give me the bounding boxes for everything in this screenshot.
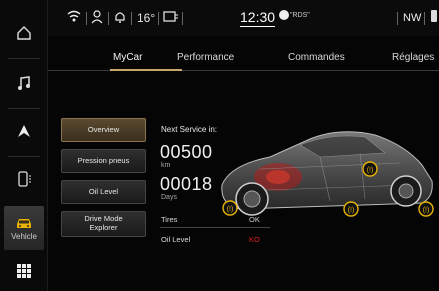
- svg-text:(!): (!): [227, 206, 234, 213]
- tire-pressure-button[interactable]: Pression pneus: [61, 149, 146, 173]
- network-indicator: NW: [403, 12, 422, 24]
- vehicle-xray-illustration: (!) (!) (!) (!): [221, 131, 434, 217]
- tab-mycar[interactable]: MyCar: [113, 52, 142, 63]
- oil-status-label: Oil Level: [161, 235, 191, 244]
- tab-divider: [48, 70, 439, 71]
- tire-badge-rear-right[interactable]: (!): [418, 201, 434, 217]
- oil-status-value: KO: [249, 235, 260, 244]
- tab-reglages[interactable]: Réglages: [392, 52, 434, 63]
- sidebar-phone-button[interactable]: [4, 158, 44, 200]
- oil-level-button[interactable]: Oil Level: [61, 180, 146, 204]
- clock: 12:30: [240, 9, 276, 27]
- grid-icon: [17, 264, 31, 278]
- svg-text:(!): (!): [423, 207, 430, 214]
- svg-text:(!): (!): [348, 207, 355, 214]
- tab-active-indicator: [110, 69, 182, 71]
- drive-mode-explorer-button[interactable]: Drive Mode Explorer: [61, 211, 146, 237]
- tire-badge-rear-left[interactable]: (!): [343, 201, 359, 217]
- vehicle-screen: Vehicle 16° 12:30 "RDS" NW MyCar Perform…: [0, 0, 439, 291]
- sidebar-vehicle-label: Vehicle: [11, 232, 37, 241]
- home-icon: [17, 26, 31, 40]
- tab-bar: MyCar Performance Commandes Réglages: [48, 48, 439, 70]
- car-icon: [17, 219, 31, 228]
- tire-badge-front-right[interactable]: (!): [362, 161, 378, 177]
- left-sidebar: Vehicle: [0, 0, 48, 291]
- phone-signal-icon: [431, 10, 437, 22]
- sidebar-navigation-button[interactable]: [4, 110, 44, 152]
- radio-station: "RDS": [290, 12, 310, 19]
- heated-seat-icon: [163, 11, 178, 22]
- radio-source-icon: [279, 10, 289, 20]
- status-bar: 16° 12:30 "RDS" NW: [48, 0, 439, 36]
- bell-icon: [115, 12, 125, 23]
- sidebar-home-button[interactable]: [4, 12, 44, 54]
- sidebar-vehicle-button[interactable]: Vehicle: [4, 206, 44, 250]
- navigation-arrow-icon: [18, 125, 30, 137]
- sidebar-media-button[interactable]: [4, 62, 44, 104]
- temperature-readout: 16°: [137, 11, 156, 25]
- phone-icon: [18, 171, 31, 187]
- music-note-icon: [18, 76, 30, 90]
- svg-text:(!): (!): [367, 167, 374, 174]
- rear-wheel: [390, 175, 422, 207]
- wifi-icon: [67, 10, 81, 22]
- tire-badge-front-left[interactable]: (!): [222, 200, 238, 216]
- tab-performance[interactable]: Performance: [177, 52, 234, 63]
- tab-commandes[interactable]: Commandes: [288, 52, 345, 63]
- overview-button[interactable]: Overview: [61, 118, 146, 142]
- service-days-unit: Days: [161, 194, 177, 201]
- service-distance-unit: km: [161, 162, 171, 169]
- front-wheel: [235, 182, 269, 216]
- sidebar-apps-button[interactable]: [4, 250, 44, 291]
- user-profile-icon: [91, 10, 103, 24]
- tires-status-label: Tires: [161, 215, 178, 224]
